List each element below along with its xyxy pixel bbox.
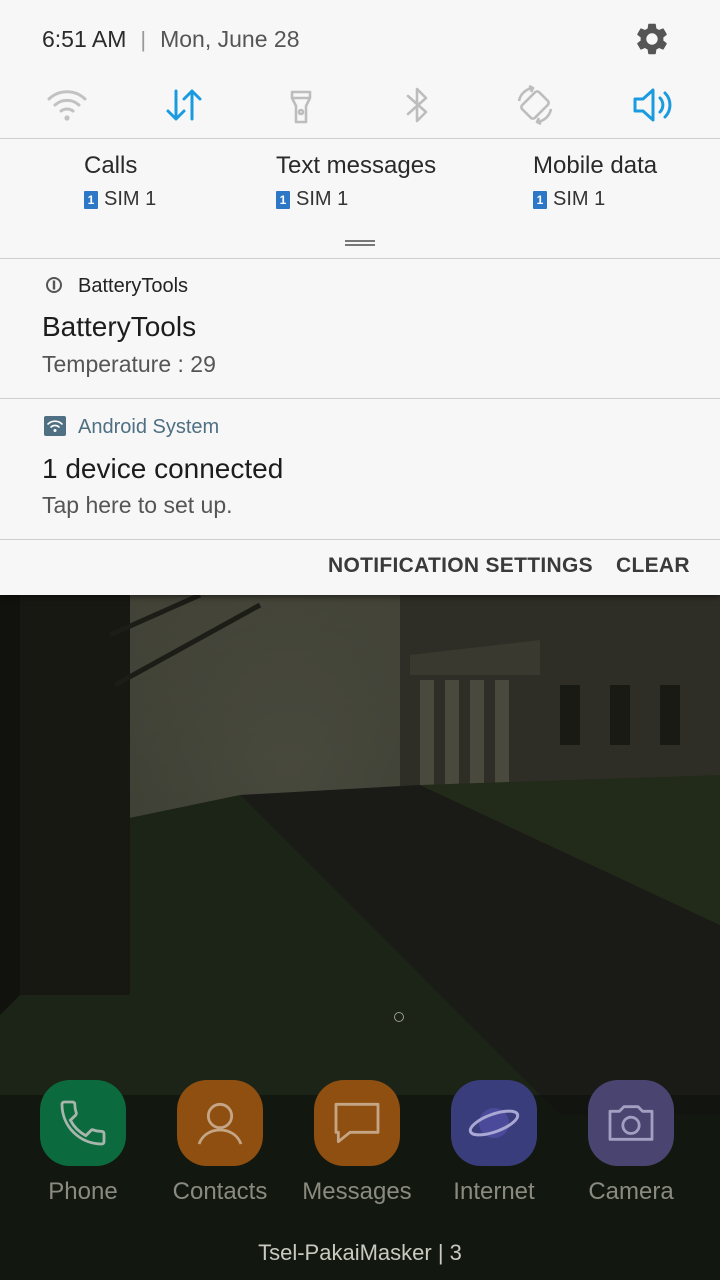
- sim-mobile-data[interactable]: Mobile data 1 SIM 1: [533, 152, 657, 211]
- contacts-icon: [177, 1080, 263, 1166]
- messages-label: Messages: [302, 1178, 412, 1205]
- notification-body: Temperature : 29: [42, 351, 216, 377]
- sim-card-icon: 1: [84, 190, 98, 209]
- sim-text-messages[interactable]: Text messages 1 SIM 1: [276, 152, 436, 211]
- notification-batterytools[interactable]: BatteryTools BatteryTools Temperature : …: [0, 259, 720, 398]
- internet-label: Internet: [453, 1178, 535, 1205]
- messages-icon: [314, 1080, 400, 1166]
- auto-rotate-icon[interactable]: [510, 80, 560, 130]
- notification-settings-button[interactable]: NOTIFICATION SETTINGS: [328, 554, 593, 578]
- sim-card-icon: 1: [276, 190, 290, 209]
- time-label: 6:51 AM: [42, 26, 127, 52]
- mobile-data-icon[interactable]: [159, 80, 209, 130]
- notification-title: 1 device connected: [42, 453, 284, 484]
- sim-mobile-data-value: SIM 1: [553, 188, 606, 210]
- separator: |: [140, 26, 147, 52]
- sim-calls-value: SIM 1: [104, 188, 157, 210]
- flashlight-icon[interactable]: [276, 80, 326, 130]
- contacts-label: Contacts: [172, 1178, 268, 1205]
- sim-calls-title: Calls: [84, 152, 138, 179]
- date-label: Mon, June 28: [160, 26, 300, 52]
- messages-app[interactable]: Messages: [297, 1080, 417, 1206]
- sim-calls[interactable]: Calls 1 SIM 1: [84, 152, 156, 211]
- notification-app-name: Android System: [78, 416, 220, 438]
- notification-body: Tap here to set up.: [42, 492, 233, 518]
- clear-button[interactable]: CLEAR: [616, 554, 690, 578]
- phone-app[interactable]: Phone: [23, 1080, 143, 1206]
- sim-mobile-data-title: Mobile data: [533, 152, 658, 179]
- page-indicator: [394, 1012, 404, 1022]
- contacts-app[interactable]: Contacts: [160, 1080, 280, 1206]
- internet-app[interactable]: Internet: [434, 1080, 554, 1206]
- notification-android-system[interactable]: Android System 1 device connected Tap he…: [0, 399, 720, 539]
- sim-text-messages-title: Text messages: [276, 152, 437, 179]
- wifi-icon[interactable]: [42, 80, 92, 130]
- panel-drag-handle[interactable]: [345, 240, 375, 246]
- phone-label: Phone: [48, 1178, 118, 1205]
- sim-text-messages-value: SIM 1: [296, 188, 349, 210]
- divider: [0, 138, 720, 139]
- wifi-settings-icon: [44, 416, 66, 441]
- internet-icon: [451, 1080, 537, 1166]
- notification-app-name: BatteryTools: [78, 275, 189, 297]
- info-icon: [45, 276, 63, 299]
- sim-card-icon: 1: [533, 190, 547, 209]
- camera-icon: [588, 1080, 674, 1166]
- carrier-label: Tsel-PakaiMasker | 3: [258, 1240, 462, 1265]
- sound-icon[interactable]: [628, 80, 678, 130]
- camera-app[interactable]: Camera: [571, 1080, 691, 1206]
- quick-settings-row: [0, 80, 720, 130]
- notification-title: BatteryTools: [42, 311, 197, 342]
- status-bar: 6:51 AM | Mon, June 28: [42, 26, 299, 53]
- notification-panel: 6:51 AM | Mon, June 28 Calls 1 SIM 1 Tex…: [0, 0, 720, 595]
- divider: [0, 539, 720, 540]
- gear-icon[interactable]: [633, 20, 671, 58]
- bluetooth-icon[interactable]: [392, 80, 442, 130]
- phone-icon: [40, 1080, 126, 1166]
- camera-label: Camera: [588, 1178, 674, 1205]
